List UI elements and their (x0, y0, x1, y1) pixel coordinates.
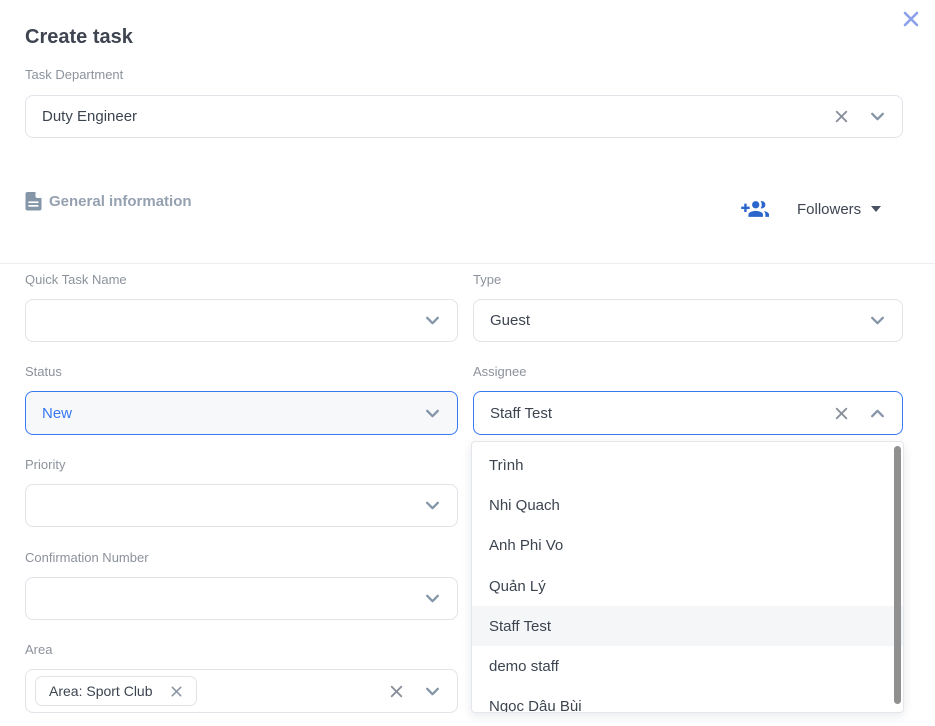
chevron-down-icon[interactable] (424, 590, 441, 607)
chip-remove-icon[interactable] (170, 685, 183, 698)
confirmation-number-select[interactable] (25, 577, 458, 620)
assignee-option[interactable]: Staff Test (472, 606, 903, 646)
followers-control[interactable]: Followers (740, 198, 881, 220)
assignee-option[interactable]: Anh Phi Vo (472, 526, 903, 566)
type-value: Guest (490, 312, 869, 329)
chevron-down-icon[interactable] (869, 108, 886, 125)
priority-select[interactable] (25, 484, 458, 527)
assignee-value: Staff Test (490, 405, 834, 422)
chevron-down-icon[interactable] (424, 683, 441, 700)
caret-down-icon (871, 206, 881, 212)
section-title: General information (49, 193, 192, 210)
area-label: Area (25, 642, 52, 657)
status-select[interactable]: New (25, 391, 458, 435)
assignee-option[interactable]: Nhi Quach (472, 485, 903, 525)
clear-icon[interactable] (389, 684, 404, 699)
quick-task-name-label: Quick Task Name (25, 272, 127, 287)
assignee-option[interactable]: Ngọc Dâu Bùi (472, 687, 903, 713)
clear-icon[interactable] (834, 109, 849, 124)
chevron-down-icon[interactable] (424, 312, 441, 329)
assignee-dropdown: TrìnhNhi QuachAnh Phi VoQuản LýStaff Tes… (471, 441, 904, 713)
area-chip-label: Area: Sport Club (49, 683, 153, 699)
task-department-select[interactable]: Duty Engineer (25, 95, 903, 138)
area-chip[interactable]: Area: Sport Club (35, 676, 197, 706)
quick-task-name-select[interactable] (25, 299, 458, 342)
clear-icon[interactable] (834, 406, 849, 421)
status-value: New (42, 405, 424, 422)
general-information-section: General information (25, 192, 192, 211)
assignee-label: Assignee (473, 364, 526, 379)
chevron-down-icon[interactable] (424, 497, 441, 514)
assignee-option[interactable]: demo staff (472, 646, 903, 686)
type-select[interactable]: Guest (473, 299, 903, 342)
confirmation-number-label: Confirmation Number (25, 550, 149, 565)
dropdown-scrollbar[interactable] (894, 446, 901, 704)
status-label: Status (25, 364, 62, 379)
section-divider (0, 263, 935, 264)
modal-title: Create task (25, 26, 133, 49)
chevron-down-icon[interactable] (424, 405, 441, 422)
assignee-select[interactable]: Staff Test (473, 391, 903, 435)
type-label: Type (473, 272, 501, 287)
assignee-dropdown-list: TrìnhNhi QuachAnh Phi VoQuản LýStaff Tes… (472, 445, 903, 713)
chevron-up-icon[interactable] (869, 405, 886, 422)
close-icon[interactable] (898, 6, 924, 32)
area-select[interactable]: Area: Sport Club (25, 669, 458, 713)
task-department-value: Duty Engineer (42, 108, 834, 125)
chevron-down-icon[interactable] (869, 312, 886, 329)
document-icon (25, 192, 42, 211)
priority-label: Priority (25, 457, 65, 472)
assignee-option[interactable]: Trình (472, 445, 903, 485)
assignee-option[interactable]: Quản Lý (472, 566, 903, 606)
create-task-modal: Create task Task Department Duty Enginee… (0, 0, 935, 726)
add-followers-icon[interactable] (740, 198, 769, 220)
followers-label: Followers (797, 201, 861, 218)
task-department-label: Task Department (25, 67, 123, 82)
